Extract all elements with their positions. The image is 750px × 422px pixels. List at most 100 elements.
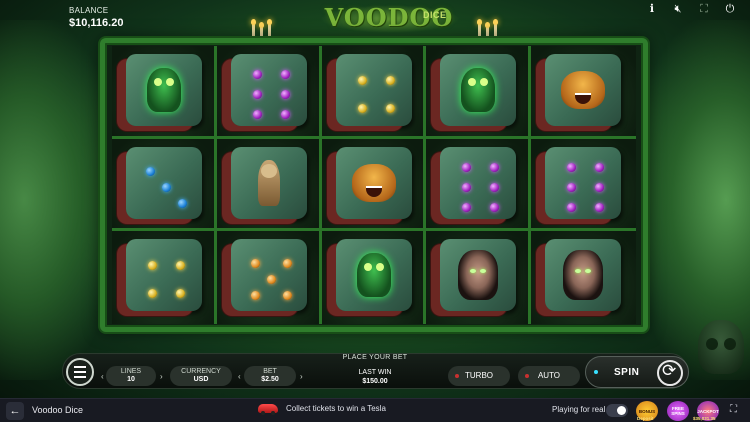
reel-cell (321, 46, 427, 139)
dice-pip (280, 70, 290, 79)
owl-icon (461, 68, 496, 112)
dice-pip (148, 261, 157, 271)
play-real-toggle[interactable] (606, 404, 628, 417)
dice-pip (357, 76, 367, 85)
bonus-badge-text: BONUS (638, 408, 656, 414)
game-name: Voodoo Dice (32, 405, 84, 415)
dice-pip (385, 76, 395, 85)
fullscreen-icon[interactable]: ⛶ (698, 3, 710, 15)
reel-cell (531, 231, 636, 324)
lines-decrease-arrow[interactable]: ‹ (101, 372, 104, 381)
dice-symbol (440, 146, 517, 219)
reel-cell (216, 231, 322, 324)
dice-pip (250, 259, 260, 269)
back-arrow-icon[interactable]: ← (6, 402, 24, 420)
bet-selector[interactable]: BET $2.50 (244, 366, 296, 386)
lines-increase-arrow[interactable]: › (160, 372, 163, 381)
currency-selector[interactable]: CURRENCY USD (170, 366, 232, 386)
dice-pip (567, 202, 577, 212)
dice-pip (266, 275, 276, 285)
doll-icon (257, 159, 280, 206)
reel-cell (531, 138, 636, 232)
dice-pip (462, 202, 472, 212)
balance-value: $10,116.20 (69, 17, 124, 29)
dice-pip (148, 289, 157, 299)
menu-button[interactable] (66, 358, 94, 386)
expand-icon[interactable]: ⛶ (730, 404, 737, 415)
woman-symbol (545, 239, 622, 312)
reel-cell (112, 231, 217, 324)
reel-cell (321, 231, 427, 324)
dice-symbol (230, 239, 307, 312)
top-icon-bar: ℹ 🔇︎ ⛶ ⏻ (646, 3, 736, 15)
auto-button[interactable]: AUTO (518, 366, 580, 386)
turbo-indicator (455, 374, 459, 378)
spin-icon (657, 360, 683, 386)
balance-label: BALANCE (69, 6, 109, 15)
balance-display: BALANCE $10,116.20 (69, 6, 123, 29)
dice-symbol (545, 146, 622, 219)
dice-pip (462, 162, 472, 172)
bear-icon (351, 163, 396, 202)
info-icon[interactable]: ℹ (646, 3, 658, 15)
currency-value: USD (193, 376, 209, 383)
lines-selector[interactable]: LINES 10 (106, 366, 156, 386)
spin-label: SPIN (614, 367, 640, 378)
dice-pip (178, 198, 187, 208)
bottom-bar: ← Voodoo Dice Collect tickets to win a T… (0, 398, 750, 422)
currency-label: CURRENCY (181, 368, 221, 375)
game-logo: VOODOO DICE (314, 3, 464, 39)
candle-icon (251, 19, 256, 36)
free-spins-badge[interactable]: FREE SPINS (667, 401, 689, 421)
reel-cell (216, 138, 322, 232)
bonus-caption: Deposit (637, 416, 654, 421)
reel-cell (112, 46, 217, 139)
dice-pip (252, 70, 262, 79)
dice-pip (567, 182, 577, 192)
bet-value: $2.50 (261, 376, 279, 383)
dice-pip (162, 182, 171, 192)
bet-increase-arrow[interactable]: › (300, 372, 303, 381)
dice-pip (176, 261, 185, 271)
dice-pip (282, 291, 292, 301)
lines-value: 10 (127, 376, 135, 383)
logo-suffix: DICE (423, 10, 447, 20)
game-stage: BALANCE $10,116.20 VOODOO DICE ℹ 🔇︎ ⛶ ⏻ (0, 0, 750, 398)
dice-pip (252, 90, 262, 99)
candle-icon (477, 19, 482, 36)
dice-pip (282, 259, 292, 269)
tesla-promo[interactable]: Collect tickets to win a Tesla (258, 404, 386, 415)
power-icon[interactable]: ⏻ (724, 3, 736, 15)
dice-pip (280, 110, 290, 119)
bet-decrease-arrow[interactable]: ‹ (238, 372, 241, 381)
woman-symbol (440, 239, 517, 312)
owl-symbol (335, 239, 412, 312)
reel-cell (426, 46, 532, 139)
turbo-button[interactable]: TURBO (448, 366, 510, 386)
spin-button[interactable]: SPIN (585, 356, 689, 388)
owl-symbol (440, 54, 517, 126)
car-icon (258, 404, 278, 415)
reel-cell (112, 138, 217, 232)
skull-icon (698, 320, 744, 374)
jackpot-value: $35,031.35 (693, 416, 716, 421)
last-win-value: $150.00 (362, 378, 388, 385)
mute-icon[interactable]: 🔇︎ (672, 3, 684, 15)
woman-icon (458, 250, 499, 301)
auto-indicator (525, 374, 529, 378)
place-bet-label: PLACE YOUR BET (342, 354, 408, 361)
dice-pip (385, 104, 395, 113)
reel-cell (531, 46, 636, 139)
woman-icon (563, 250, 604, 301)
dice-pip (595, 182, 605, 192)
reel-cell (426, 138, 532, 232)
jackpot-text: JACKPOT (697, 408, 719, 414)
dice-pip (146, 166, 155, 176)
bear-icon (561, 71, 606, 109)
reel-cell (321, 138, 427, 232)
dice-pip (595, 162, 605, 172)
reel-cell (426, 231, 532, 324)
reel-cell (216, 46, 322, 139)
dice-pip (490, 202, 500, 212)
dice-pip (567, 162, 577, 172)
